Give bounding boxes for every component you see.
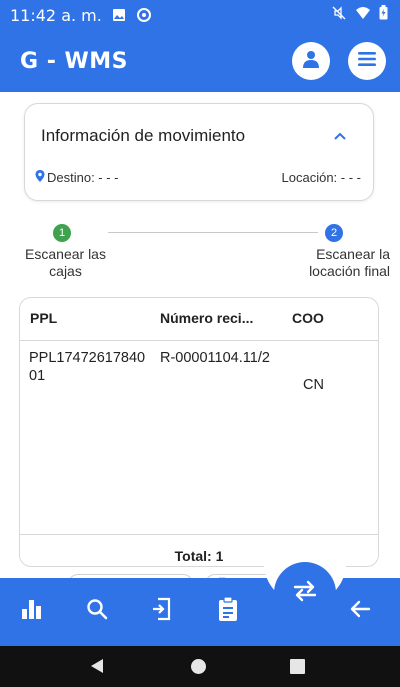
exit-icon <box>150 597 172 626</box>
boxes-table: PPL Número reci... COO PPL1747261784001 … <box>19 297 379 567</box>
stepper: 1 2 Escanear las cajas Escanear la locac… <box>0 222 400 297</box>
sync-notification-icon <box>136 7 152 23</box>
destino-field: Destino: - - - <box>35 170 119 185</box>
arrow-back-icon <box>349 599 371 624</box>
menu-icon <box>357 51 377 72</box>
nav-reports-button[interactable] <box>18 596 48 626</box>
system-home-icon[interactable] <box>191 659 206 674</box>
search-icon <box>86 598 108 625</box>
location-pin-icon <box>35 170 45 185</box>
bar-chart-icon <box>21 598 45 625</box>
nav-back-button[interactable] <box>345 596 375 626</box>
column-header-numero-recibo[interactable]: Número reci... <box>160 310 253 326</box>
movement-info-title: Información de movimiento <box>41 126 246 145</box>
clipboard-icon <box>217 595 239 627</box>
nav-exit-button[interactable] <box>146 596 176 626</box>
step-2-label: Escanear la locación final <box>309 246 390 279</box>
cell-ppl: PPL1747261784001 <box>29 350 146 384</box>
destino-text: Destino: - - - <box>47 170 119 185</box>
profile-button[interactable] <box>292 42 330 80</box>
step-1-label: Escanear las cajas <box>25 246 106 279</box>
footer-divider <box>20 534 378 535</box>
app-title: G - WMS <box>20 48 129 74</box>
bottom-nav <box>0 578 400 646</box>
cell-numero-recibo: R-00001104.11/2 <box>160 350 270 366</box>
system-nav-bar <box>0 646 400 687</box>
cell-coo: CN <box>303 377 324 393</box>
system-back-icon[interactable] <box>90 658 104 679</box>
status-time: 11:42 a. m. <box>10 5 102 25</box>
nav-search-button[interactable] <box>82 596 112 626</box>
battery-icon <box>379 5 388 25</box>
nav-tasks-button[interactable] <box>213 595 243 627</box>
mute-icon <box>331 5 347 26</box>
app-bar: G - WMS <box>0 30 400 92</box>
wifi-icon <box>355 5 371 25</box>
step-2-indicator: 2 <box>325 224 343 242</box>
column-header-coo[interactable]: COO <box>292 310 324 326</box>
movement-info-card: Información de movimiento Destino: - - -… <box>24 103 374 201</box>
system-recents-icon[interactable] <box>290 659 305 674</box>
menu-button[interactable] <box>348 42 386 80</box>
stepper-connector <box>108 232 318 233</box>
status-bar: 11:42 a. m. <box>0 0 400 30</box>
swap-icon <box>291 579 319 608</box>
column-header-ppl[interactable]: PPL <box>30 310 57 326</box>
step-1-indicator: 1 <box>53 224 71 242</box>
locacion-text: Locación: - - - <box>281 170 361 185</box>
person-icon <box>301 49 321 74</box>
chevron-up-icon[interactable] <box>333 128 347 146</box>
swap-movement-button[interactable] <box>274 562 336 624</box>
header-divider <box>20 340 378 341</box>
image-notification-icon <box>112 8 126 22</box>
